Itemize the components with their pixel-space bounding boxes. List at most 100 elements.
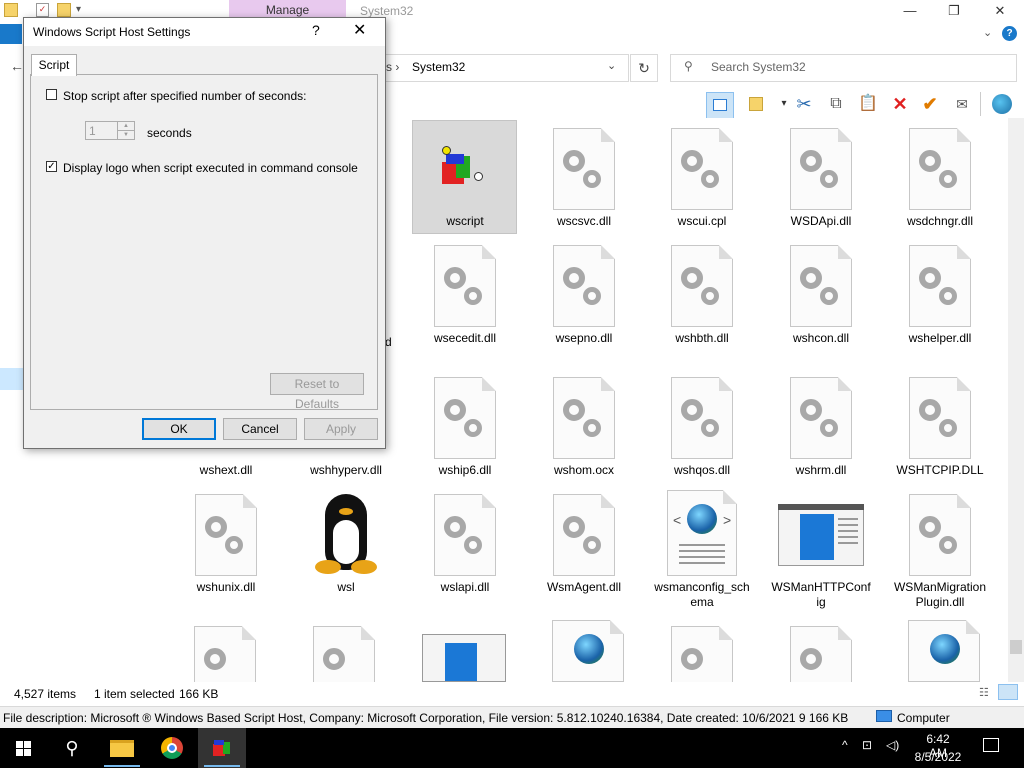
dll-gear-icon[interactable] [194, 626, 256, 682]
properties-icon[interactable]: ✓ [36, 3, 49, 17]
delete-icon[interactable]: ✕ [888, 92, 912, 116]
file-label: wscui.cpl [677, 214, 727, 228]
file-item-wscui[interactable]: wscui.cpl [646, 128, 758, 229]
properties-menu-icon[interactable] [744, 92, 768, 116]
paste-icon[interactable]: 📋 [856, 92, 880, 116]
network-icon[interactable]: ⊡ [862, 738, 872, 752]
file-item-wsl[interactable]: wsl [290, 494, 402, 595]
apply-button[interactable]: Apply [304, 418, 378, 440]
file-item-wship6[interactable]: wship6.dll [409, 377, 521, 478]
refresh-button[interactable]: ↻ [630, 54, 658, 82]
stop-script-checkbox[interactable] [46, 89, 57, 100]
details-view-icon[interactable]: ☷ [979, 686, 993, 699]
file-item-wsmanmigrationplugin[interactable]: WSManMigrationPlugin.dll [884, 494, 996, 610]
dll-gear-icon [790, 245, 852, 327]
vertical-scrollbar[interactable] [1008, 118, 1024, 682]
dialog-help-button[interactable]: ? [312, 22, 320, 38]
minimize-button[interactable]: — [887, 0, 933, 22]
file-label: wsepno.dll [555, 331, 613, 345]
file-item-wshunix[interactable]: wshunix.dll [170, 494, 282, 595]
dll-gear-icon[interactable] [313, 626, 375, 682]
copy-icon[interactable]: ⧉ [824, 92, 848, 116]
file-label: wship6.dll [438, 463, 492, 477]
file-item-wshqos[interactable]: wshqos.dll [646, 377, 758, 478]
dll-gear-icon [909, 494, 971, 576]
clock-date[interactable]: 8/5/2022 [912, 750, 964, 764]
cut-icon[interactable]: ✂ [792, 92, 816, 116]
file-label: wshelper.dll [908, 331, 972, 345]
file-item-wsecedit[interactable]: wsecedit.dll [409, 245, 521, 346]
status-selected: 1 item selected [94, 687, 175, 701]
file-label: WSHTCPIP.DLL [896, 463, 984, 477]
dll-gear-icon [909, 245, 971, 327]
wscript-taskbar-icon[interactable] [198, 728, 246, 768]
rename-icon[interactable]: ✔ [918, 92, 942, 116]
dll-gear-icon[interactable] [671, 626, 733, 682]
back-arrow-icon[interactable]: ← [10, 58, 24, 74]
help-icon[interactable]: ? [1002, 26, 1017, 41]
dll-gear-icon [553, 245, 615, 327]
tab-script[interactable]: Script [31, 54, 77, 76]
file-item-wsmanhttpconfig[interactable]: WSManHTTPConfig [765, 494, 877, 610]
file-item-wshcon[interactable]: wshcon.dll [765, 245, 877, 346]
start-windows-icon[interactable] [0, 728, 48, 768]
computer-icon [876, 710, 892, 722]
xml-globe-icon[interactable] [908, 620, 980, 682]
xml-globe-icon[interactable] [552, 620, 624, 682]
dll-gear-icon [553, 494, 615, 576]
file-item-wscsvc[interactable]: wscsvc.dll [528, 128, 640, 229]
spinner-up-arrow-icon[interactable]: ▲ [117, 122, 134, 130]
file-item-wscript[interactable]: wscript [409, 128, 521, 229]
file-item-wshrm[interactable]: wshrm.dll [765, 377, 877, 478]
file-item-wshelper[interactable]: wshelper.dll [884, 245, 996, 346]
file-item-wsmanconfig-schema[interactable]: < > wsmanconfig_schema [646, 490, 758, 610]
dll-gear-icon [671, 245, 733, 327]
spinner-down-arrow-icon[interactable]: ▼ [117, 130, 134, 139]
app-window-icon[interactable] [422, 634, 506, 682]
ok-button[interactable]: OK [142, 418, 216, 440]
ribbon-collapse-icon[interactable]: ⌄ [983, 26, 992, 39]
dll-gear-icon [195, 494, 257, 576]
chrome-icon[interactable] [148, 728, 196, 768]
file-item-wshom[interactable]: wshom.ocx [528, 377, 640, 478]
tray-chevron-icon[interactable]: ^ [842, 738, 848, 752]
file-item-wsdchngr[interactable]: wsdchngr.dll [884, 128, 996, 229]
app-window-icon [778, 494, 864, 576]
file-item-wsepno[interactable]: wsepno.dll [528, 245, 640, 346]
close-window-button[interactable]: ✕ [977, 0, 1023, 22]
search-taskbar-icon[interactable]: ⚲ [48, 728, 96, 768]
file-item-wsdapi[interactable]: WSDApi.dll [765, 128, 877, 229]
restore-button[interactable]: ❐ [931, 0, 977, 22]
file-label: WSManMigrationPlugin.dll [893, 580, 987, 609]
computer-zone-label: Computer [897, 711, 950, 725]
large-icons-view-icon[interactable] [998, 684, 1018, 700]
address-dropdown-icon[interactable]: ⌄ [607, 59, 616, 72]
notification-icon[interactable] [983, 738, 999, 752]
address-breadcrumb-system32[interactable]: System32 [412, 60, 465, 74]
dll-gear-icon[interactable] [790, 626, 852, 682]
file-label: wsl [337, 580, 355, 594]
scrollbar-thumb[interactable] [1010, 640, 1022, 654]
file-label: WsmAgent.dll [546, 580, 622, 594]
volume-icon[interactable]: ◁) [886, 738, 899, 752]
email-icon[interactable]: ✉ [950, 92, 974, 116]
folder-icon [4, 3, 18, 17]
dialog-close-button[interactable]: ✕ [353, 20, 366, 40]
file-explorer-icon[interactable] [98, 728, 146, 768]
navigation-pane-selected-item[interactable] [0, 368, 24, 390]
preview-pane-button[interactable] [706, 92, 734, 120]
partial-file-label: d [385, 335, 392, 349]
file-item-wslapi[interactable]: wslapi.dll [409, 494, 521, 595]
xml-globe-icon: < > [667, 490, 737, 576]
qat-dropdown-icon[interactable]: ▾ [76, 4, 81, 15]
ribbon-file-tab[interactable] [0, 24, 22, 44]
file-item-wshtcpip[interactable]: WSHTCPIP.DLL [884, 377, 996, 478]
globe-icon[interactable] [992, 94, 1012, 114]
reset-to-defaults-button[interactable]: Reset to Defaults [270, 373, 364, 411]
file-item-wsmagent[interactable]: WsmAgent.dll [528, 494, 640, 595]
file-item-wshbth[interactable]: wshbth.dll [646, 245, 758, 346]
new-folder-icon[interactable] [57, 3, 71, 17]
cancel-button[interactable]: Cancel [223, 418, 297, 440]
display-logo-checkbox[interactable]: ✓ [46, 161, 57, 172]
file-label: wshrm.dll [795, 463, 847, 477]
